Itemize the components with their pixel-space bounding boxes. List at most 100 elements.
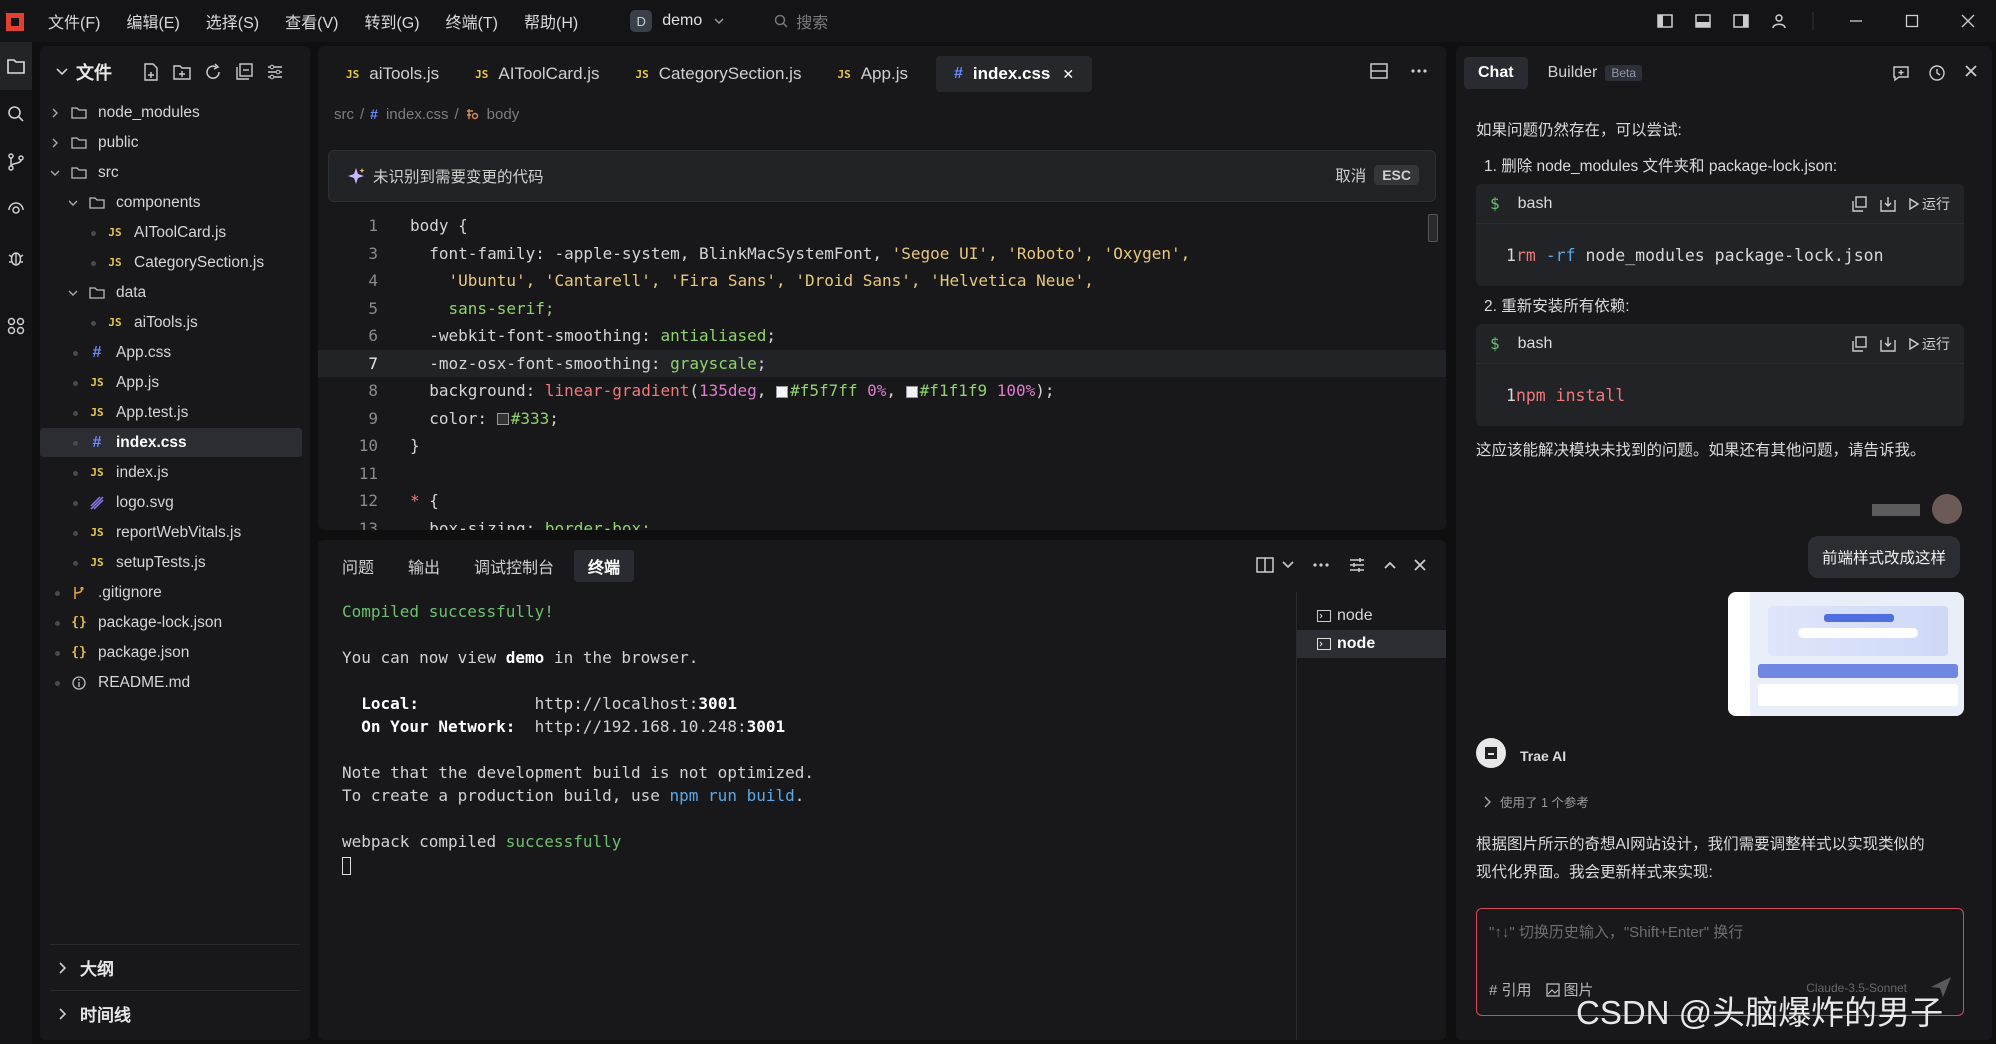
tab-terminal[interactable]: 终端 [574, 550, 635, 582]
source-control-icon[interactable] [0, 138, 32, 186]
menu-view[interactable]: 查看(V) [285, 9, 338, 33]
tree-item[interactable]: JS AIToolCard.js [40, 218, 302, 247]
search-icon[interactable] [0, 90, 32, 138]
tree-item[interactable]: # App.css [40, 338, 302, 367]
remote-icon[interactable] [0, 186, 32, 234]
tab-builder[interactable]: Builder Beta [1534, 57, 1657, 89]
color-swatch[interactable] [776, 385, 789, 398]
chevron-up-icon[interactable] [1384, 560, 1396, 570]
editor-tabs: JS aiTools.js JS AIToolCard.js JS CategoryS… [318, 46, 1446, 102]
color-swatch[interactable] [496, 413, 509, 425]
account-icon[interactable] [1760, 0, 1798, 42]
tab-output[interactable]: 输出 [394, 550, 454, 582]
tree-item[interactable]: JS App.test.js [40, 398, 302, 427]
tab-index-css[interactable]: # index.css ✕ [935, 56, 1093, 92]
tab-debug-console[interactable]: 调试控制台 [460, 550, 568, 582]
toggle-secondary-sidebar-icon[interactable] [1722, 0, 1760, 42]
references-toggle[interactable]: 使用了 1 个参考 [1482, 792, 1589, 811]
tree-item[interactable]: README.md [40, 668, 302, 697]
menu-help[interactable]: 帮助(H) [524, 9, 578, 33]
menu-edit[interactable]: 编辑(E) [126, 9, 179, 33]
tab-problems[interactable]: 问题 [328, 550, 388, 582]
more-icon[interactable] [1410, 62, 1428, 80]
maximize-icon[interactable] [1884, 0, 1940, 42]
project-badge: D [630, 10, 653, 32]
new-folder-icon[interactable] [173, 63, 191, 81]
chevron-down-icon[interactable] [1282, 560, 1294, 570]
tree-item[interactable]: JS reportWebVitals.js [40, 518, 302, 547]
tree-item[interactable]: logo.svg [40, 488, 302, 517]
run-button[interactable]: 运行 [1909, 194, 1950, 214]
tab-app[interactable]: JS App.js [819, 56, 926, 92]
tree-item[interactable]: {} package-lock.json [40, 608, 302, 637]
minimap-scroll-thumb[interactable] [1428, 214, 1438, 242]
menu-select[interactable]: 选择(S) [206, 9, 259, 33]
tab-aitools[interactable]: JS aiTools.js [328, 56, 457, 92]
search-box[interactable]: 搜索 [774, 9, 828, 33]
toggle-panel-icon[interactable] [1684, 0, 1722, 42]
menu-file[interactable]: 文件(F) [48, 9, 100, 33]
breadcrumb-file[interactable]: index.css [386, 106, 449, 123]
close-chat-icon[interactable] [1964, 64, 1978, 82]
code-selector: * [410, 491, 430, 510]
tree-item[interactable]: JS index.js [40, 458, 302, 487]
breadcrumb-symbol[interactable]: body [487, 106, 520, 123]
insert-icon[interactable] [1879, 196, 1897, 212]
close-tab-icon[interactable]: ✕ [1062, 66, 1074, 83]
tree-item[interactable]: data [40, 278, 302, 307]
tree-item[interactable]: node_modules [40, 98, 302, 127]
more-icon[interactable] [1312, 556, 1330, 574]
chevron-down-icon[interactable] [56, 67, 68, 77]
menu-goto[interactable]: 转到(G) [364, 9, 419, 33]
tree-item[interactable]: {} package.json [40, 638, 302, 667]
terminal-session-active[interactable]: node [1297, 630, 1446, 658]
copy-icon[interactable] [1851, 196, 1867, 212]
chat-step: 1. 删除 node_modules 文件夹和 package-lock.jso… [1484, 158, 1838, 175]
tree-item[interactable]: JS aiTools.js [40, 308, 302, 337]
tab-categorysection[interactable]: JS CategorySection.js [618, 56, 820, 92]
copy-icon[interactable] [1851, 336, 1867, 352]
filter-icon[interactable] [266, 63, 284, 81]
split-editor-icon[interactable] [1370, 62, 1388, 80]
project-switcher[interactable]: D demo [630, 10, 724, 32]
tree-item[interactable]: JS App.js [40, 368, 302, 397]
breadcrumb-src[interactable]: src [334, 106, 354, 123]
run-button[interactable]: 运行 [1909, 334, 1950, 354]
tree-item[interactable]: public [40, 128, 302, 157]
tree-item[interactable]: .gitignore [40, 578, 302, 607]
close-window-icon[interactable] [1940, 0, 1996, 42]
settings-sliders-icon[interactable] [1348, 556, 1366, 574]
tree-item[interactable]: src [40, 158, 302, 187]
collapse-all-icon[interactable] [235, 63, 253, 81]
cancel-button[interactable]: 取消 [1335, 164, 1366, 186]
extensions-icon[interactable] [0, 302, 32, 350]
timeline-section[interactable]: 时间线 [50, 990, 300, 1036]
color-swatch[interactable] [905, 385, 918, 398]
tree-indent-dot [50, 677, 64, 689]
tree-item[interactable]: # index.css [40, 428, 302, 457]
close-panel-icon[interactable] [1414, 559, 1426, 571]
terminal-session[interactable]: node [1297, 602, 1446, 630]
menu-terminal[interactable]: 终端(T) [446, 9, 498, 33]
esc-key-badge[interactable]: ESC [1374, 165, 1419, 185]
toggle-sidebar-icon[interactable] [1646, 0, 1684, 42]
insert-icon[interactable] [1879, 336, 1897, 352]
split-terminal-icon[interactable] [1256, 557, 1274, 573]
attached-screenshot-thumbnail[interactable] [1728, 592, 1964, 716]
refresh-icon[interactable] [204, 63, 222, 81]
tab-aitoolcard[interactable]: JS AIToolCard.js [457, 56, 617, 92]
tab-chat[interactable]: Chat [1464, 57, 1528, 89]
code-line: 6 -webkit-font-smoothing: antialiased; [318, 322, 1446, 350]
new-chat-icon[interactable] [1892, 64, 1910, 82]
reference-button[interactable]: # 引用 [1489, 979, 1532, 1000]
tree-item[interactable]: components [40, 188, 302, 217]
tree-item[interactable]: JS CategorySection.js [40, 248, 302, 277]
debug-icon[interactable] [0, 234, 32, 282]
new-file-icon[interactable] [142, 63, 160, 81]
outline-section[interactable]: 大纲 [50, 944, 300, 990]
history-icon[interactable] [1928, 64, 1946, 82]
tree-item[interactable]: JS setupTests.js [40, 548, 302, 577]
minimize-icon[interactable] [1828, 0, 1884, 42]
explorer-icon[interactable] [0, 42, 32, 90]
terminal-output[interactable]: Compiled successfully! You can now view … [342, 600, 814, 876]
